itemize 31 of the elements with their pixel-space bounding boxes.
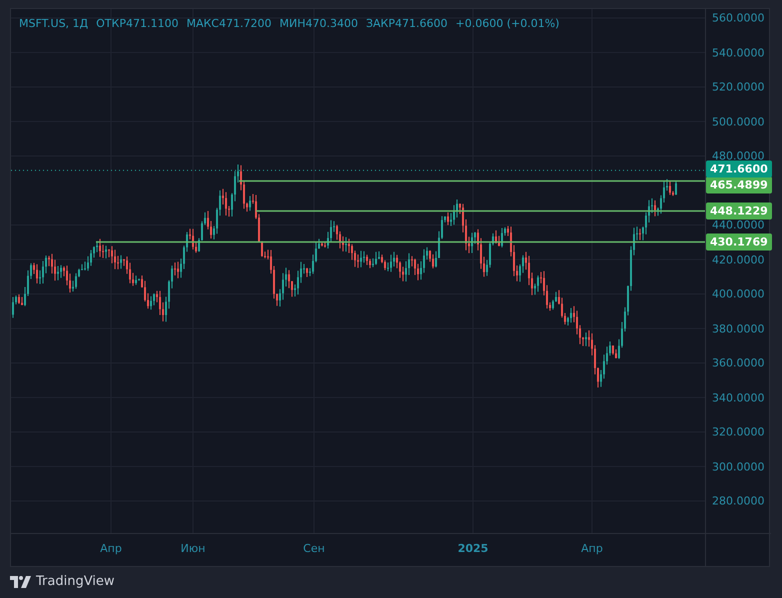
price-tick-label: 540.0000 xyxy=(712,46,764,59)
price-tick-label: 300.0000 xyxy=(712,460,764,473)
price-tick-label: 520.0000 xyxy=(712,80,764,94)
current-price-tag: 471.6600 xyxy=(706,160,772,178)
price-tick-label: 560.0000 xyxy=(712,12,764,24)
price-tick-label: 320.0000 xyxy=(712,426,764,438)
time-tick-label: Сен xyxy=(303,542,325,555)
time-tick-label: Апр xyxy=(100,542,122,555)
price-tick-label: 360.0000 xyxy=(712,356,764,370)
level-price-tag: 465.4899 xyxy=(706,176,772,194)
price-tick-label: 440.0000 xyxy=(712,218,764,232)
ohlc-value: МИН470.3400 xyxy=(279,17,358,30)
symbol-label: MSFT.US, 1Д xyxy=(19,17,88,30)
brand-name: TradingView xyxy=(36,574,115,589)
price-tick-label: 380.0000 xyxy=(712,322,764,335)
time-tick-label: Июн xyxy=(180,542,206,555)
price-tick-label: 280.0000 xyxy=(712,494,764,508)
ohlc-value: МАКС471.7200 xyxy=(186,17,272,30)
price-tick-label: 340.0000 xyxy=(712,391,764,404)
price-tick-label: 420.0000 xyxy=(712,253,764,266)
level-price-tag: 430.1769 xyxy=(706,233,772,250)
level-price-tag: 448.1229 xyxy=(706,202,772,220)
change-value: +0.0600 (+0.01%) xyxy=(456,17,560,30)
price-tick-label: 480.0000 xyxy=(712,150,764,162)
ohlc-value: ОТКР471.1100 xyxy=(96,17,178,30)
price-tick-label: 400.0000 xyxy=(712,288,764,300)
price-tick-label: 500.0000 xyxy=(712,115,764,128)
logo-icon xyxy=(10,576,32,588)
time-tick-label: 2025 xyxy=(458,542,488,555)
ohlc-value: ЗАКР471.6600 xyxy=(366,17,448,30)
time-tick-label: Апр xyxy=(581,542,603,555)
